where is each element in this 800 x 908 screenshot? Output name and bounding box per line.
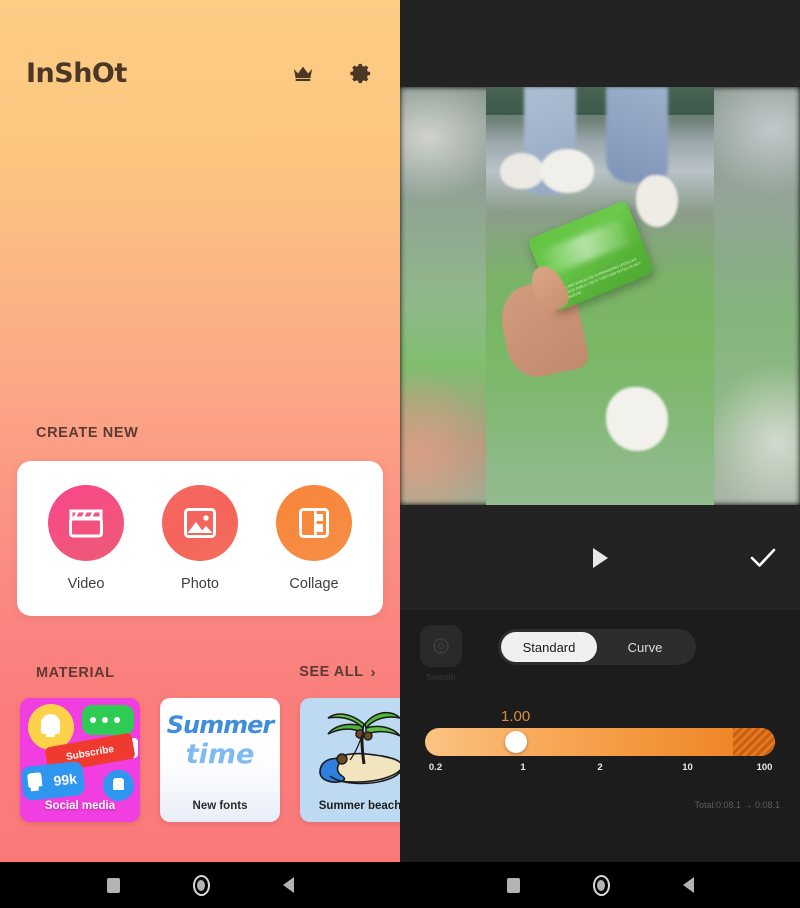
smooth-tool[interactable]: Smooth	[420, 625, 462, 682]
thumbs-up-icon	[103, 770, 134, 801]
playback-control-row	[400, 505, 800, 610]
crown-icon[interactable]	[288, 59, 318, 89]
speed-tick: 10	[682, 762, 693, 773]
material-section-label: MATERIAL	[36, 665, 115, 681]
left-phone-pane: InShOt CREATE NEW Video Photo Collage MA…	[0, 0, 400, 862]
see-all-label: SEE ALL	[299, 664, 364, 680]
speed-mode-tabs: Standard Curve	[498, 629, 696, 665]
material-card-new-fonts[interactable]: Summer time New fonts	[160, 698, 280, 822]
speed-tick: 100	[756, 762, 773, 773]
font-art-line-2: time	[185, 739, 255, 770]
jeans-shape-right	[606, 87, 668, 183]
video-preview[interactable]: THIS CARD SHOULD BE SURRENDERED UPON EXI…	[400, 87, 800, 505]
video-blur-left	[400, 87, 492, 505]
recents-button[interactable]	[106, 877, 120, 893]
material-card-title: New fonts	[192, 800, 248, 812]
back-button[interactable]	[282, 877, 294, 893]
speed-icon	[420, 625, 462, 667]
font-art-line-1: Summer	[166, 711, 275, 739]
nav-group-left	[0, 862, 400, 908]
clapperboard-icon	[48, 485, 124, 561]
create-item-label: Video	[67, 576, 105, 592]
shoe-shape-3	[636, 175, 678, 227]
speed-slider[interactable]: 0.2 1 2 10 100	[425, 728, 775, 776]
play-icon	[592, 547, 608, 568]
video-frame: THIS CARD SHOULD BE SURRENDERED UPON EXI…	[486, 87, 714, 505]
material-card-title: Social media	[44, 800, 116, 812]
see-all-button[interactable]: SEE ALL ›	[299, 664, 376, 680]
home-button[interactable]	[592, 874, 610, 896]
inshot-home-screen: InShOt CREATE NEW Video Photo Collage MA…	[0, 0, 400, 862]
material-card-title: Summer beach	[318, 800, 400, 812]
speed-slider-knob[interactable]	[505, 731, 527, 753]
create-item-photo[interactable]: Photo	[148, 485, 252, 592]
smooth-tool-label: Smooth	[426, 672, 456, 682]
create-item-label: Photo	[181, 576, 219, 592]
shoe-shape-2	[540, 149, 594, 193]
speed-slider-track[interactable]	[425, 728, 775, 756]
speed-tick: 1	[520, 762, 526, 773]
create-item-label: Collage	[289, 576, 339, 592]
app-logo: InShOt	[26, 58, 127, 89]
check-icon	[750, 548, 776, 567]
create-new-card: Video Photo Collage	[17, 461, 383, 616]
collage-icon	[276, 485, 352, 561]
home-button[interactable]	[192, 874, 210, 896]
android-navigation-bar	[0, 862, 800, 908]
speed-value-label: 1.00	[501, 708, 531, 725]
shoe-shape-4	[606, 387, 668, 451]
image-icon	[162, 485, 238, 561]
chevron-right-icon: ›	[370, 663, 376, 681]
nav-group-right	[400, 862, 800, 908]
create-new-section-label: CREATE NEW	[36, 425, 139, 441]
palm-island-illustration	[319, 711, 400, 785]
speed-tick: 2	[597, 762, 603, 773]
screenshot-root: InShOt CREATE NEW Video Photo Collage MA…	[0, 0, 800, 908]
create-item-collage[interactable]: Collage	[262, 485, 366, 592]
like-count-badge: 99k	[20, 760, 86, 802]
material-card-summer-beach[interactable]: Summer beach	[300, 698, 400, 822]
gear-icon[interactable]	[346, 59, 376, 89]
tab-standard[interactable]: Standard	[501, 632, 597, 662]
recents-button[interactable]	[506, 877, 520, 893]
card-printed-text: THIS CARD SHOULD BE SURRENDERED UPON EXI…	[556, 256, 642, 303]
material-card-list: Subscribe 99k Social media Summer time N…	[20, 698, 400, 822]
video-blur-right	[708, 87, 800, 505]
home-header: InShOt	[0, 58, 400, 89]
confirm-button[interactable]	[744, 539, 782, 577]
back-button[interactable]	[682, 877, 694, 893]
bench-shape	[486, 87, 714, 115]
right-phone-pane: THIS CARD SHOULD BE SURRENDERED UPON EXI…	[400, 0, 800, 862]
speed-slider-ticks: 0.2 1 2 10 100	[425, 762, 775, 776]
shoe-shape-1	[500, 153, 544, 189]
speed-tick: 0.2	[428, 762, 443, 773]
duration-summary: Total:0:08.1 → 0:08.1	[694, 800, 780, 810]
material-card-social-media[interactable]: Subscribe 99k Social media	[20, 698, 140, 822]
speed-slider-hatched-region	[733, 728, 775, 756]
play-button[interactable]	[582, 540, 618, 576]
tab-curve[interactable]: Curve	[597, 632, 693, 662]
chat-bubble-icon	[82, 705, 134, 735]
inshot-speed-editor: THIS CARD SHOULD BE SURRENDERED UPON EXI…	[400, 0, 800, 862]
create-item-video[interactable]: Video	[34, 485, 138, 592]
